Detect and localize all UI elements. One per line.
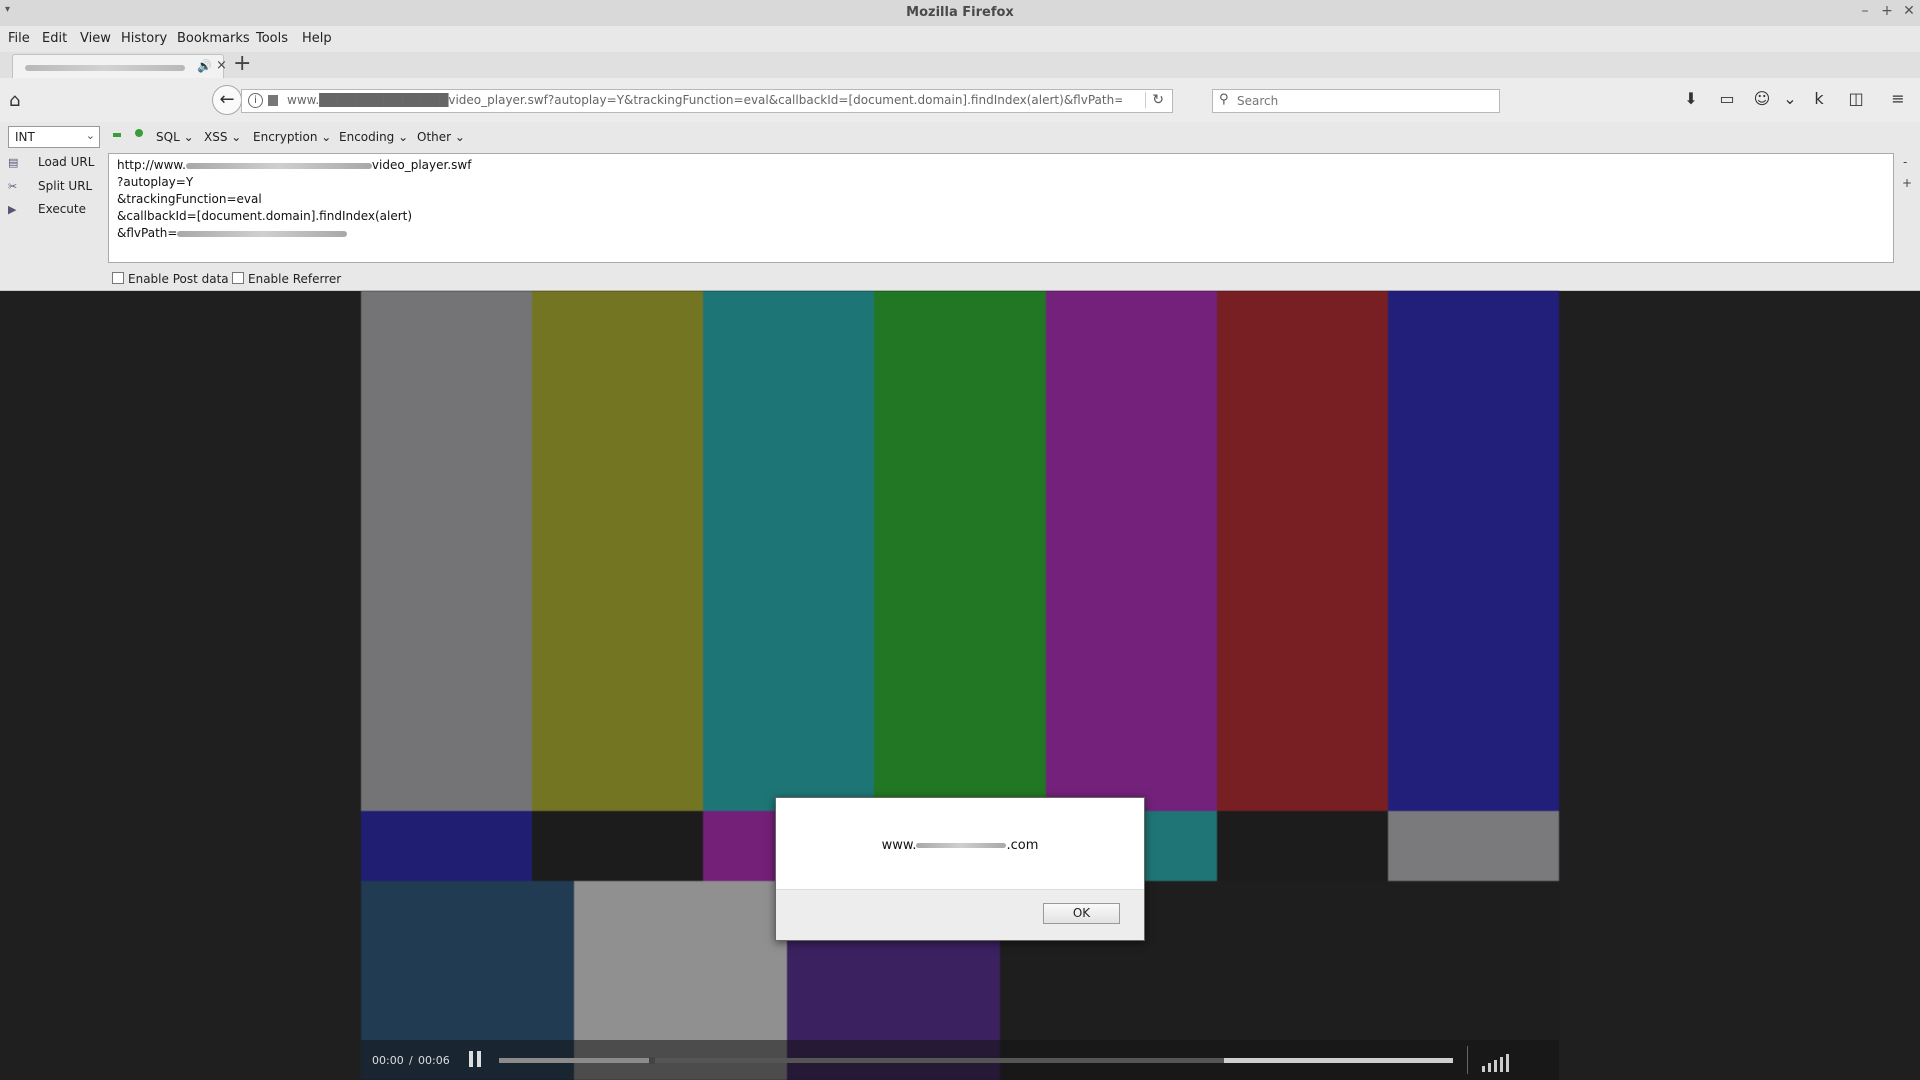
browser-tab[interactable]: 🔊 × bbox=[12, 54, 227, 79]
menu-sql[interactable]: SQL ⌄ bbox=[156, 130, 194, 144]
menu-other[interactable]: Other ⌄ bbox=[417, 130, 465, 144]
reload-icon[interactable]: ↻ bbox=[1145, 92, 1164, 108]
ok-button[interactable]: OK bbox=[1043, 903, 1120, 924]
url-text[interactable]: www.██████████████video_player.swf?autop… bbox=[287, 93, 1122, 107]
site-info-icon[interactable]: i bbox=[248, 93, 263, 108]
alert-message: www. .com bbox=[881, 838, 1039, 853]
maximize-icon[interactable]: + bbox=[1878, 3, 1896, 19]
color-bar-middle bbox=[1387, 811, 1559, 881]
color-bar-top bbox=[1216, 291, 1389, 811]
grow-textarea-button[interactable]: + bbox=[1902, 176, 1912, 190]
pause-button[interactable] bbox=[469, 1051, 483, 1067]
menu-view[interactable]: View bbox=[80, 31, 111, 46]
seek-bar-played bbox=[499, 1058, 652, 1063]
menu-tools[interactable]: Tools bbox=[256, 31, 288, 46]
redacted-domain bbox=[916, 843, 1007, 848]
search-icon: ⚲ bbox=[1219, 92, 1229, 107]
split-url-icon: ✂ bbox=[8, 180, 18, 193]
menu-file[interactable]: File bbox=[8, 31, 30, 46]
load-url-icon: ▤ bbox=[8, 156, 19, 169]
type-select[interactable]: INT ⌄ bbox=[8, 126, 100, 148]
shrink-textarea-button[interactable]: - bbox=[1903, 155, 1907, 169]
menu-history[interactable]: History bbox=[121, 31, 167, 46]
player-controls: 00:00 / 00:06 bbox=[361, 1040, 1559, 1080]
tab-bar: 🔊 × + bbox=[0, 51, 1920, 79]
divider bbox=[1467, 1046, 1468, 1074]
close-window-icon[interactable]: ✕ bbox=[1900, 3, 1918, 19]
seek-bar[interactable] bbox=[499, 1057, 1453, 1064]
menu-bar: File Edit View History Bookmarks Tools H… bbox=[0, 26, 1920, 52]
page-content: 00:00 / 00:06 www. .com OK bbox=[0, 291, 1920, 1080]
minimize-icon[interactable]: – bbox=[1856, 3, 1874, 19]
download-icon[interactable]: ⬇ bbox=[1680, 89, 1702, 108]
time-separator: / bbox=[409, 1054, 413, 1067]
color-bar-top bbox=[703, 291, 876, 811]
window-title: Mozilla Firefox bbox=[906, 5, 1014, 20]
url-textarea[interactable]: http://www. video_player.swf ?autoplay=Y … bbox=[108, 153, 1894, 263]
url-bar[interactable]: i www.██████████████video_player.swf?aut… bbox=[241, 89, 1173, 113]
back-arrow-icon: ← bbox=[219, 89, 235, 110]
video-player[interactable] bbox=[361, 291, 1559, 1080]
navigation-bar: ⌂ ← i www.██████████████video_player.swf… bbox=[0, 78, 1920, 123]
hackbar-panel: INT ⌄ SQL ⌄ XSS ⌄ Encryption ⌄ Encoding … bbox=[0, 122, 1920, 291]
split-url-button[interactable]: ✂ Split URL bbox=[8, 179, 92, 193]
minus-icon[interactable] bbox=[113, 133, 121, 137]
back-button[interactable]: ← bbox=[212, 85, 242, 115]
execute-button[interactable]: ▶ Execute bbox=[8, 202, 86, 216]
color-bar-top bbox=[874, 291, 1047, 811]
tab-title-redacted bbox=[25, 65, 185, 71]
new-tab-button[interactable]: + bbox=[233, 51, 251, 76]
menu-encoding[interactable]: Encoding ⌄ bbox=[339, 130, 408, 144]
load-url-button[interactable]: ▤ Load URL bbox=[8, 155, 94, 169]
color-bar-top bbox=[361, 291, 534, 811]
type-select-value: INT bbox=[15, 130, 35, 144]
page-icon bbox=[268, 95, 278, 106]
execute-icon: ▶ bbox=[8, 203, 17, 216]
search-input[interactable] bbox=[1235, 91, 1494, 111]
color-bar-top bbox=[1387, 291, 1559, 811]
color-bar-middle bbox=[1216, 811, 1389, 881]
menu-encryption[interactable]: Encryption ⌄ bbox=[253, 130, 331, 144]
checkbox-box bbox=[112, 272, 124, 284]
hamburger-menu-icon[interactable]: ≡ bbox=[1887, 89, 1909, 108]
alert-dialog: www. .com OK bbox=[775, 797, 1145, 941]
search-bar[interactable]: ⚲ bbox=[1212, 89, 1500, 113]
url-line-2: ?autoplay=Y bbox=[117, 175, 194, 189]
total-time: 00:06 bbox=[418, 1054, 450, 1067]
color-bar-middle bbox=[361, 811, 534, 881]
seek-bar-buffered bbox=[1224, 1058, 1453, 1063]
color-bar-top bbox=[532, 291, 705, 811]
addon-icon[interactable]: ☺ bbox=[1751, 89, 1773, 108]
redacted-domain bbox=[185, 162, 372, 169]
menu-edit[interactable]: Edit bbox=[42, 31, 67, 46]
url-line-3: &trackingFunction=eval bbox=[117, 192, 262, 206]
tab-close-icon[interactable]: × bbox=[216, 58, 227, 73]
volume-icon[interactable] bbox=[1482, 1048, 1512, 1072]
url-line-5: &flvPath= bbox=[117, 226, 348, 240]
color-bar-middle bbox=[532, 811, 705, 881]
chevron-down-icon: ⌄ bbox=[85, 129, 95, 142]
checkbox-box bbox=[232, 272, 244, 284]
url-line-1: http://www. video_player.swf bbox=[117, 158, 472, 172]
home-icon[interactable]: ⌂ bbox=[9, 90, 20, 111]
current-time: 00:00 bbox=[372, 1054, 404, 1067]
sidebar-icon[interactable]: ◫ bbox=[1845, 89, 1867, 108]
menu-bookmarks[interactable]: Bookmarks bbox=[177, 31, 250, 46]
speaker-icon[interactable]: 🔊 bbox=[197, 59, 212, 73]
hackbar-toggle-icon[interactable]: k bbox=[1808, 89, 1830, 108]
seek-handle[interactable] bbox=[648, 1057, 655, 1064]
pocket-icon[interactable]: ⌄ bbox=[1779, 89, 1801, 108]
screen-icon[interactable]: ▭ bbox=[1716, 89, 1738, 108]
title-bar: ▾ Mozilla Firefox – + ✕ bbox=[0, 0, 1920, 27]
alert-footer: OK bbox=[776, 889, 1144, 940]
redacted-path bbox=[177, 230, 348, 237]
color-bar-top bbox=[1045, 291, 1218, 811]
plus-icon[interactable] bbox=[135, 129, 143, 137]
enable-post-data-checkbox[interactable]: Enable Post data bbox=[112, 272, 229, 286]
url-line-4: &callbackId=[document.domain].findIndex(… bbox=[117, 209, 413, 223]
menu-xss[interactable]: XSS ⌄ bbox=[204, 130, 241, 144]
menu-help[interactable]: Help bbox=[302, 31, 332, 46]
enable-referrer-checkbox[interactable]: Enable Referrer bbox=[232, 272, 341, 286]
